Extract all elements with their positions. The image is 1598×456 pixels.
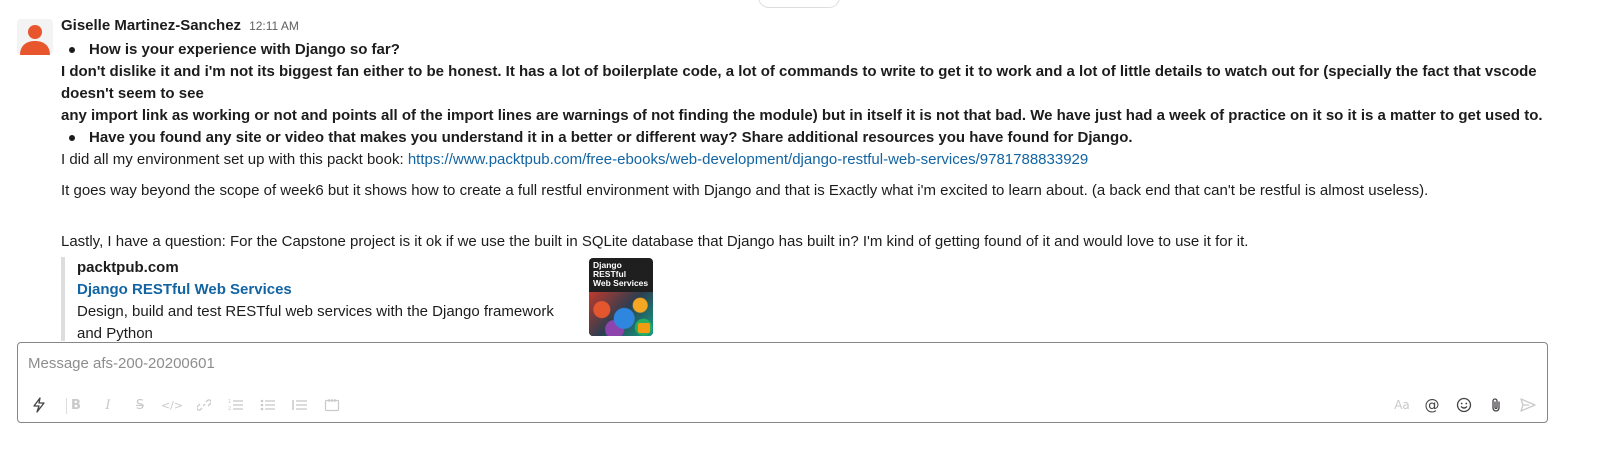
answer-2: I did all my environment set up with thi… <box>61 149 1581 171</box>
answer-1-line-1: I don't dislike it and i'm not its bigge… <box>61 63 1537 102</box>
thumbnail-title: Django RESTful Web Services <box>593 261 648 288</box>
message-timestamp[interactable]: 12:11 AM <box>249 19 299 33</box>
answer-2-text: I did all my environment set up with thi… <box>61 151 408 168</box>
bullet-question-1: How is your experience with Django so fa… <box>61 39 1581 61</box>
answer-1-line-2: any import link as working or not and po… <box>61 107 1543 124</box>
preview-title-link[interactable]: Django RESTful Web Services <box>77 279 657 301</box>
emoji-icon[interactable] <box>1453 394 1475 416</box>
message: Giselle Martinez-Sanchez 12:11 AM How is… <box>0 0 1598 342</box>
message-header: Giselle Martinez-Sanchez 12:11 AM <box>61 17 1581 39</box>
bulleted-list-icon[interactable] <box>257 394 279 416</box>
preview-description: Design, build and test RESTful web servi… <box>77 303 554 342</box>
packt-book-link[interactable]: https://www.packtpub.com/free-ebooks/web… <box>408 151 1088 168</box>
message-composer: B I S </> 12 Aa @ <box>17 342 1548 423</box>
composer-toolbar: B I S </> 12 Aa @ <box>18 391 1547 419</box>
shortcuts-icon[interactable] <box>28 394 50 416</box>
link-icon[interactable] <box>193 394 215 416</box>
code-icon[interactable]: </> <box>161 394 183 416</box>
bold-icon[interactable]: B <box>65 394 87 416</box>
publisher-logo <box>638 323 650 333</box>
message-content: Giselle Martinez-Sanchez 12:11 AM How is… <box>61 17 1581 342</box>
italic-icon[interactable]: I <box>97 394 119 416</box>
paragraph-3: It goes way beyond the scope of week6 bu… <box>61 182 1429 199</box>
send-icon[interactable] <box>1517 394 1539 416</box>
link-preview: packtpub.com Django RESTful Web Services… <box>61 257 657 342</box>
mention-icon[interactable]: @ <box>1421 394 1443 416</box>
code-block-icon[interactable] <box>321 394 343 416</box>
thumbnail-title-line: Web Services <box>593 278 649 288</box>
blockquote-icon[interactable] <box>289 394 311 416</box>
strikethrough-icon[interactable]: S <box>129 394 151 416</box>
user-avatar-icon <box>20 25 50 55</box>
svg-text:2: 2 <box>228 406 231 412</box>
bullet-question-2: Have you found any site or video that ma… <box>61 127 1581 149</box>
message-input[interactable] <box>28 351 1528 375</box>
attach-icon[interactable] <box>1485 394 1507 416</box>
format-toggle-icon[interactable]: Aa <box>1389 394 1415 416</box>
preview-site-name: packtpub.com <box>77 259 179 276</box>
ordered-list-icon[interactable]: 12 <box>225 394 247 416</box>
preview-thumbnail[interactable]: Django RESTful Web Services <box>589 258 653 336</box>
svg-text:1: 1 <box>228 399 231 405</box>
author-name[interactable]: Giselle Martinez-Sanchez <box>61 17 241 34</box>
avatar[interactable] <box>17 19 53 55</box>
paragraph-4: Lastly, I have a question: For the Capst… <box>61 233 1249 250</box>
